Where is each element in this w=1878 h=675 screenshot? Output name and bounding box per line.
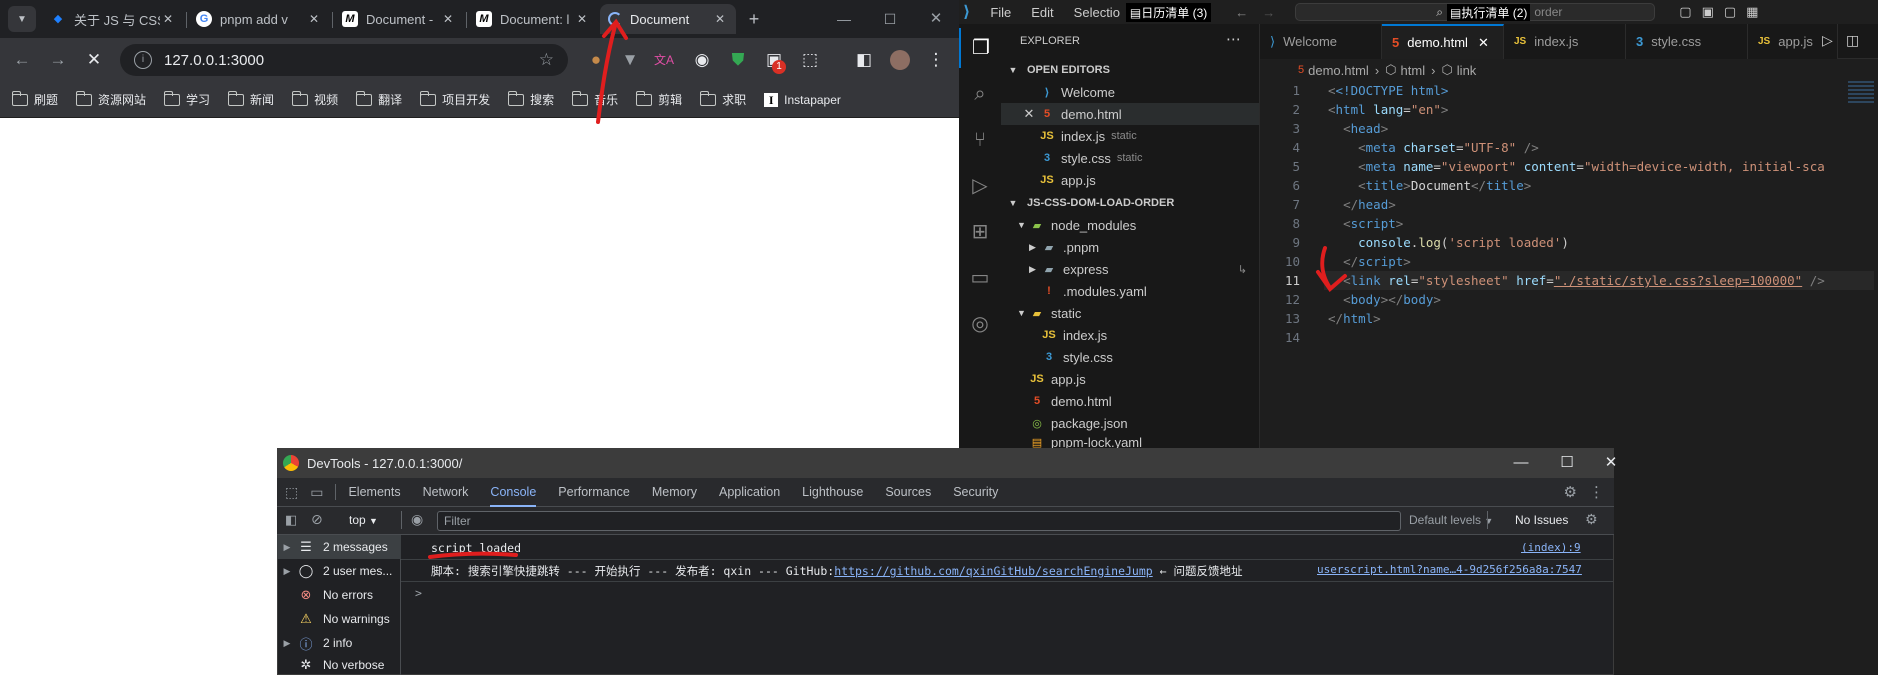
red-arrowhead <box>1316 270 1347 292</box>
red-annotations <box>428 18 1347 559</box>
red-underline <box>428 551 518 559</box>
red-arrow-to-tab <box>596 24 617 124</box>
